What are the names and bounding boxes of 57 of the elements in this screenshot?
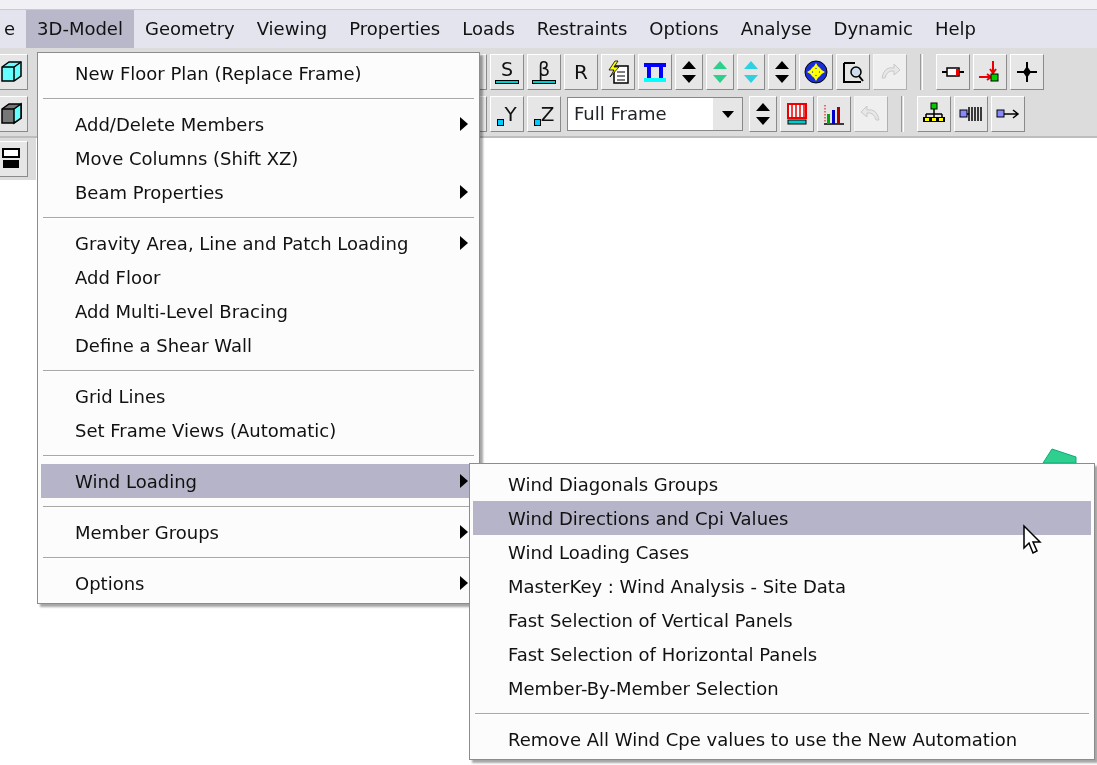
menu-item[interactable]: Wind Diagonals Groups: [473, 467, 1091, 501]
menu-item[interactable]: Wind Directions and Cpi Values: [473, 501, 1091, 535]
cube-icon: [0, 102, 23, 126]
cube-icon: [0, 60, 23, 84]
menu-item[interactable]: Fast Selection of Vertical Panels: [473, 603, 1091, 637]
menu-bar-item[interactable]: 3D-Model: [26, 10, 134, 48]
toolbar-button[interactable]: Y: [490, 96, 524, 132]
bar-chart-icon: [822, 102, 846, 126]
menu-item[interactable]: Move Columns (Shift XZ): [41, 141, 476, 175]
menu-item[interactable]: Set Frame Views (Automatic): [41, 413, 476, 447]
mouse-pointer-icon: [1022, 524, 1044, 556]
menu-bar-item[interactable]: Help: [924, 10, 988, 48]
compass-icon: [804, 60, 828, 84]
view-dropdown[interactable]: Full Frame: [567, 97, 743, 131]
toolbar-button[interactable]: R: [564, 54, 598, 90]
menu-item[interactable]: Grid Lines: [41, 379, 476, 413]
toolbar-button[interactable]: Z: [527, 96, 561, 132]
menu-bar-item[interactable]: Properties: [338, 10, 452, 48]
menu-bar-item[interactable]: Dynamic: [822, 10, 924, 48]
menu-bar-item[interactable]: e: [0, 10, 27, 48]
menu-item[interactable]: New Floor Plan (Replace Frame): [41, 56, 476, 90]
submenu-arrow-icon: [460, 117, 468, 131]
submenu-arrow-icon: [460, 474, 468, 488]
menu-item[interactable]: Define a Shear Wall: [41, 328, 476, 362]
stack-icon: [0, 147, 23, 171]
menu-item[interactable]: Fast Selection of Horizontal Panels: [473, 637, 1091, 671]
toolbar-button[interactable]: S: [490, 54, 524, 90]
load-arrows-icon: [978, 60, 1002, 84]
magnifier-document-icon: [841, 60, 865, 84]
menu-item[interactable]: Wind Loading Cases: [473, 535, 1091, 569]
frame-icon: [643, 60, 667, 84]
grid-icon: [785, 102, 809, 126]
menu-item[interactable]: Options: [41, 566, 476, 600]
menu-bar-item[interactable]: Options: [638, 10, 730, 48]
menu-item[interactable]: Add/Delete Members: [41, 107, 476, 141]
menu-item[interactable]: Member Groups: [41, 515, 476, 549]
node-icon: [1015, 60, 1039, 84]
frame-model-drawing: [1040, 447, 1080, 465]
menu-item[interactable]: MasterKey : Wind Analysis - Site Data: [473, 569, 1091, 603]
submenu-arrow-icon: [460, 236, 468, 250]
menu-bar-item[interactable]: Loads: [451, 10, 526, 48]
lightning-document-icon: [606, 60, 630, 84]
toolbar-button[interactable]: β: [527, 54, 561, 90]
menu-item[interactable]: Add Floor: [41, 260, 476, 294]
menu-bar-item[interactable]: Analyse: [729, 10, 823, 48]
menu-bar-item[interactable]: Viewing: [245, 10, 339, 48]
menu-bar-item[interactable]: Geometry: [133, 10, 246, 48]
caret-icon: [720, 109, 735, 119]
menu-item[interactable]: Add Multi-Level Bracing: [41, 294, 476, 328]
menu-item[interactable]: Beam Properties: [41, 175, 476, 209]
menu-item[interactable]: Member-By-Member Selection: [473, 671, 1091, 705]
menu-item[interactable]: Gravity Area, Line and Patch Loading: [41, 226, 476, 260]
menu-item[interactable]: Remove All Wind Cpe values to use the New Automation: [473, 722, 1091, 756]
submenu-arrow-icon: [460, 525, 468, 539]
menu-bar-item[interactable]: Restraints: [525, 10, 639, 48]
submenu-arrow-icon: [460, 185, 468, 199]
submenu-arrow-icon: [460, 576, 468, 590]
